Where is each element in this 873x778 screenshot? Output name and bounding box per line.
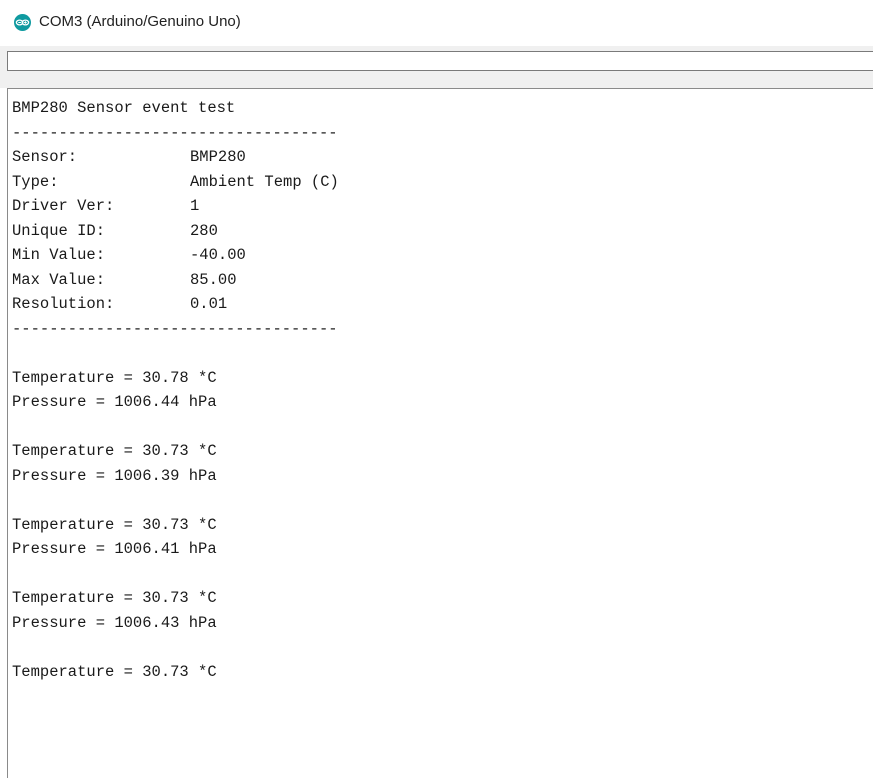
pressure-reading: [12, 684, 339, 709]
info-row: Resolution: 0.01: [12, 292, 339, 317]
send-bar: [0, 46, 873, 88]
info-value: Ambient Temp (C): [190, 172, 339, 191]
temperature-reading: Temperature = 30.73 *C: [12, 515, 217, 534]
info-value: 0.01: [190, 295, 228, 313]
info-key: Unique ID:: [12, 221, 106, 240]
blank-line: [12, 635, 339, 660]
info-row: Max Value: 85.00: [12, 268, 339, 293]
info-value: 280: [190, 221, 218, 240]
info-key: Type:: [12, 172, 59, 191]
serial-output[interactable]: BMP280 Sensor event test ---------------…: [7, 88, 873, 778]
pressure-reading: Pressure = 1006.44 hPa: [12, 393, 217, 411]
blank-line: [12, 341, 339, 366]
blank-line: [12, 562, 339, 587]
info-value: BMP280: [190, 148, 246, 166]
info-value: 1: [190, 197, 200, 215]
info-row: Sensor: BMP280: [12, 145, 339, 170]
separator-line: -----------------------------------: [12, 123, 338, 142]
send-input[interactable]: [7, 51, 873, 71]
pressure-reading: Pressure = 1006.43 hPa: [12, 613, 217, 632]
title-bar: COM3 (Arduino/Genuino Uno): [0, 0, 873, 46]
pressure-reading: Pressure = 1006.41 hPa: [12, 540, 217, 558]
info-key: Resolution:: [12, 295, 115, 313]
blank-line: [12, 415, 339, 440]
info-value: 85.00: [190, 270, 237, 289]
info-key: Driver Ver:: [12, 197, 115, 215]
temperature-reading: Temperature = 30.73 *C: [12, 589, 217, 607]
info-value: -40.00: [190, 246, 246, 264]
separator-line: -----------------------------------: [12, 319, 338, 338]
info-key: Sensor:: [12, 148, 78, 166]
serial-monitor-window: COM3 (Arduino/Genuino Uno) BMP280 Sensor…: [0, 0, 873, 778]
info-key: Max Value:: [12, 270, 106, 289]
temperature-reading: Temperature = 30.73 *C: [12, 442, 217, 460]
info-key: Min Value:: [12, 246, 106, 264]
blank-line: [12, 488, 339, 513]
info-row: Type: Ambient Temp (C): [12, 170, 339, 195]
output-lines: BMP280 Sensor event test ---------------…: [12, 96, 339, 709]
output-header: BMP280 Sensor event test: [12, 99, 236, 117]
window-title: COM3 (Arduino/Genuino Uno): [39, 13, 241, 30]
info-row: Unique ID: 280: [12, 219, 339, 244]
info-row: Min Value: -40.00: [12, 243, 339, 268]
pressure-reading: Pressure = 1006.39 hPa: [12, 466, 217, 485]
temperature-reading: Temperature = 30.78 *C: [12, 368, 217, 387]
temperature-reading: Temperature = 30.73 *C: [12, 662, 217, 681]
info-row: Driver Ver: 1: [12, 194, 339, 219]
arduino-icon: [14, 14, 31, 31]
